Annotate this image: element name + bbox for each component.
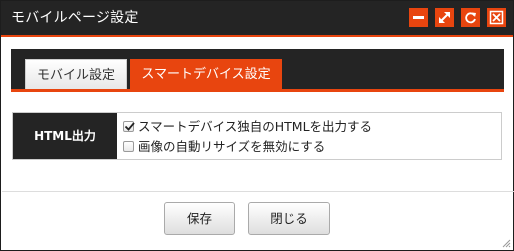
close-button[interactable] bbox=[487, 8, 506, 27]
minimize-icon bbox=[413, 16, 424, 19]
disable-resize-checkbox[interactable] bbox=[123, 141, 134, 152]
tab-bar: モバイル設定 スマートデバイス設定 bbox=[11, 49, 504, 91]
close-icon bbox=[489, 10, 504, 25]
save-button[interactable]: 保存 bbox=[164, 202, 235, 235]
smart-html-checkbox[interactable] bbox=[123, 121, 135, 132]
option-smart-html[interactable]: スマートデバイス独自のHTMLを出力する bbox=[123, 118, 372, 136]
html-output-label: HTML出力 bbox=[13, 113, 117, 159]
refresh-icon bbox=[465, 12, 476, 24]
footer-divider bbox=[2, 191, 514, 192]
smart-html-label: スマートデバイス独自のHTMLを出力する bbox=[138, 119, 373, 134]
checkmark-icon bbox=[124, 122, 135, 131]
maximize-icon bbox=[439, 12, 450, 23]
html-output-settings: HTML出力 スマートデバイス独自のHTMLを出力する 画像の自動リサイズを無効… bbox=[12, 112, 502, 160]
maximize-button[interactable] bbox=[435, 8, 454, 27]
minimize-button[interactable] bbox=[409, 8, 428, 27]
disable-resize-label: 画像の自動リサイズを無効にする bbox=[138, 139, 326, 154]
tab-mobile-settings[interactable]: モバイル設定 bbox=[25, 59, 127, 91]
option-disable-resize[interactable]: 画像の自動リサイズを無効にする bbox=[123, 138, 325, 156]
title-bar[interactable]: モバイルページ設定 bbox=[1, 1, 513, 35]
window-title: モバイルページ設定 bbox=[11, 10, 139, 26]
mobile-page-settings-dialog: モバイルページ設定 モバイル設定 スマートデバイス設定 HTML出力 スマートデ… bbox=[0, 0, 514, 251]
title-accent-line bbox=[1, 35, 513, 37]
tab-smart-device-settings[interactable]: スマートデバイス設定 bbox=[130, 59, 282, 91]
refresh-button[interactable] bbox=[461, 8, 480, 27]
tab-underline bbox=[11, 89, 504, 92]
resize-grip-icon[interactable] bbox=[501, 238, 511, 248]
close-dialog-button[interactable]: 閉じる bbox=[248, 202, 330, 235]
